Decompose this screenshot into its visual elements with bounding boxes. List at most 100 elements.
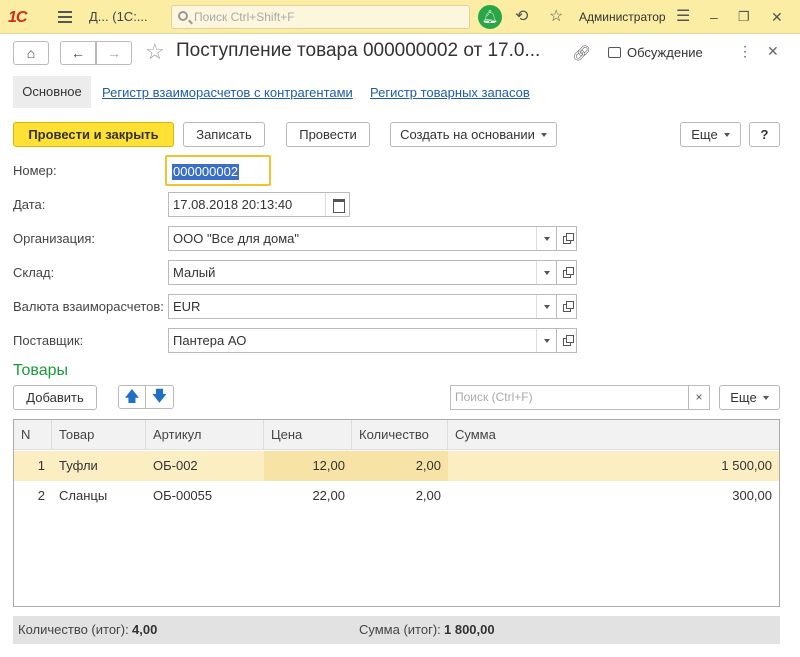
currency-value: EUR bbox=[173, 299, 201, 314]
goods-section-title: Товары bbox=[13, 362, 69, 379]
dropdown-button[interactable] bbox=[536, 295, 556, 318]
date-field[interactable]: 17.08.2018 20:13:40 bbox=[168, 192, 350, 217]
page-title: Поступление товара 000000002 от 17.0... bbox=[176, 40, 541, 61]
favorites-star-icon[interactable]: ☆ bbox=[549, 8, 563, 26]
link-icon[interactable]: 🔗︎ bbox=[572, 44, 591, 62]
notifications-bell-icon[interactable]: 🔔︎ bbox=[478, 5, 502, 29]
app-title: Д... (1С:... bbox=[89, 9, 148, 24]
move-down-icon[interactable]: 🡇︎ bbox=[146, 385, 174, 409]
write-button[interactable]: Записать bbox=[183, 122, 265, 147]
table-row[interactable]: 1 Туфли ОБ-002 12,00 2,00 1 500,00 bbox=[14, 451, 779, 481]
history-icon[interactable]: ⟲ bbox=[515, 8, 528, 26]
column-header-price[interactable]: Цена bbox=[264, 420, 352, 450]
currency-label: Валюта взаиморасчетов: bbox=[13, 299, 164, 314]
open-warehouse-icon[interactable] bbox=[557, 260, 577, 285]
column-header-n[interactable]: N bbox=[14, 420, 52, 450]
close-window-icon[interactable]: ✕ bbox=[771, 8, 783, 26]
settings-menu-icon[interactable]: ☰ bbox=[676, 8, 690, 26]
chevron-down-icon bbox=[543, 339, 550, 343]
restore-icon[interactable]: ❐ bbox=[738, 8, 750, 26]
qty-total-label: Количество (итог): bbox=[18, 622, 129, 637]
open-currency-icon[interactable] bbox=[557, 294, 577, 319]
more-button[interactable]: Еще bbox=[680, 122, 741, 147]
tab-stock-register[interactable]: Регистр товарных запасов bbox=[370, 85, 530, 100]
warehouse-label: Склад: bbox=[13, 265, 55, 280]
dropdown-button[interactable] bbox=[536, 261, 556, 284]
column-header-qty[interactable]: Количество bbox=[352, 420, 448, 450]
cell-sum: 300,00 bbox=[732, 488, 772, 503]
column-header-sum[interactable]: Сумма bbox=[448, 420, 779, 450]
create-based-on-button[interactable]: Создать на основании bbox=[390, 122, 557, 147]
home-button[interactable]: ⌂ bbox=[13, 41, 49, 65]
chevron-down-icon bbox=[723, 133, 730, 137]
move-up-icon[interactable]: 🡅︎ bbox=[118, 385, 146, 409]
app-logo: 1С bbox=[8, 9, 27, 26]
qty-total-value: 4,00 bbox=[132, 622, 158, 637]
goods-table: N Товар Артикул Цена Количество Сумма 1 … bbox=[13, 419, 780, 607]
top-bar: 1С Д... (1С:... Поиск Ctrl+Shift+F 🔔︎ ⟲ … bbox=[0, 0, 800, 34]
sum-total-label: Сумма (итог): bbox=[359, 622, 441, 637]
open-supplier-icon[interactable] bbox=[557, 328, 577, 353]
cell-article: ОБ-00055 bbox=[153, 488, 213, 503]
column-header-product[interactable]: Товар bbox=[52, 420, 146, 450]
table-row[interactable]: 2 Сланцы ОБ-00055 22,00 2,00 300,00 bbox=[14, 481, 779, 511]
search-icon bbox=[178, 11, 188, 21]
help-button[interactable]: ? bbox=[749, 122, 780, 147]
cell-price: 12,00 bbox=[264, 451, 352, 481]
calendar-icon[interactable] bbox=[325, 193, 349, 216]
number-value: 000000002 bbox=[172, 164, 240, 180]
chevron-down-icon bbox=[543, 271, 550, 275]
date-value: 17.08.2018 20:13:40 bbox=[173, 197, 293, 212]
more-label: Еще bbox=[691, 127, 718, 142]
discussion-button[interactable]: Обсуждение bbox=[608, 45, 703, 60]
warehouse-value: Малый bbox=[173, 265, 216, 280]
add-row-button[interactable]: Добавить bbox=[13, 385, 97, 410]
supplier-value: Пантера АО bbox=[173, 333, 247, 348]
table-header: N Товар Артикул Цена Количество Сумма bbox=[14, 420, 779, 450]
minimize-icon[interactable]: – bbox=[710, 8, 718, 26]
cell-sum: 1 500,00 bbox=[721, 458, 772, 473]
column-header-article[interactable]: Артикул bbox=[146, 420, 264, 450]
discussion-label: Обсуждение bbox=[627, 45, 703, 60]
cell-qty: 2,00 bbox=[352, 451, 448, 481]
tab-settlements-register[interactable]: Регистр взаиморасчетов с контрагентами bbox=[102, 85, 353, 100]
form-more-icon[interactable]: ⋮ bbox=[738, 43, 752, 60]
organization-field[interactable]: ООО "Все для дома" bbox=[168, 226, 557, 251]
warehouse-field[interactable]: Малый bbox=[168, 260, 557, 285]
organization-value: ООО "Все для дома" bbox=[173, 231, 299, 246]
organization-label: Организация: bbox=[13, 231, 96, 246]
chat-icon bbox=[608, 47, 621, 58]
cell-qty: 2,00 bbox=[415, 488, 441, 503]
forward-button[interactable]: → bbox=[96, 41, 132, 65]
supplier-field[interactable]: Пантера АО bbox=[168, 328, 557, 353]
cell-n: 1 bbox=[37, 458, 45, 473]
open-organization-icon[interactable] bbox=[557, 226, 577, 251]
menu-icon[interactable] bbox=[58, 11, 72, 23]
user-name[interactable]: Администратор bbox=[579, 10, 666, 24]
cell-n: 2 bbox=[37, 488, 45, 503]
date-label: Дата: bbox=[13, 197, 46, 212]
chevron-down-icon bbox=[762, 396, 769, 400]
back-button[interactable]: ← bbox=[60, 41, 96, 65]
post-and-close-button[interactable]: Провести и закрыть bbox=[13, 122, 174, 147]
favorite-star-icon[interactable]: ☆ bbox=[145, 40, 165, 64]
sum-total-value: 1 800,00 bbox=[444, 622, 495, 637]
cell-product: Сланцы bbox=[59, 488, 108, 503]
cell-price: 22,00 bbox=[312, 488, 345, 503]
chevron-down-icon bbox=[543, 305, 550, 309]
tab-main[interactable]: Основное bbox=[13, 76, 91, 108]
chevron-down-icon bbox=[543, 237, 550, 241]
number-field[interactable]: 000000002 bbox=[165, 155, 271, 186]
close-form-icon[interactable]: ✕ bbox=[767, 43, 779, 60]
cell-product: Туфли bbox=[59, 458, 98, 473]
table-more-button[interactable]: Еще bbox=[719, 385, 780, 410]
table-search-input[interactable]: Поиск (Ctrl+F) bbox=[450, 385, 688, 410]
post-button[interactable]: Провести bbox=[286, 122, 370, 147]
clear-search-icon[interactable]: × bbox=[688, 385, 710, 410]
currency-field[interactable]: EUR bbox=[168, 294, 557, 319]
dropdown-button[interactable] bbox=[536, 227, 556, 250]
dropdown-button[interactable] bbox=[536, 329, 556, 352]
global-search-input[interactable]: Поиск Ctrl+Shift+F bbox=[171, 5, 470, 29]
table-more-label: Еще bbox=[730, 390, 757, 405]
totals-footer: Количество (итог): 4,00 Сумма (итог): 1 … bbox=[13, 616, 780, 644]
